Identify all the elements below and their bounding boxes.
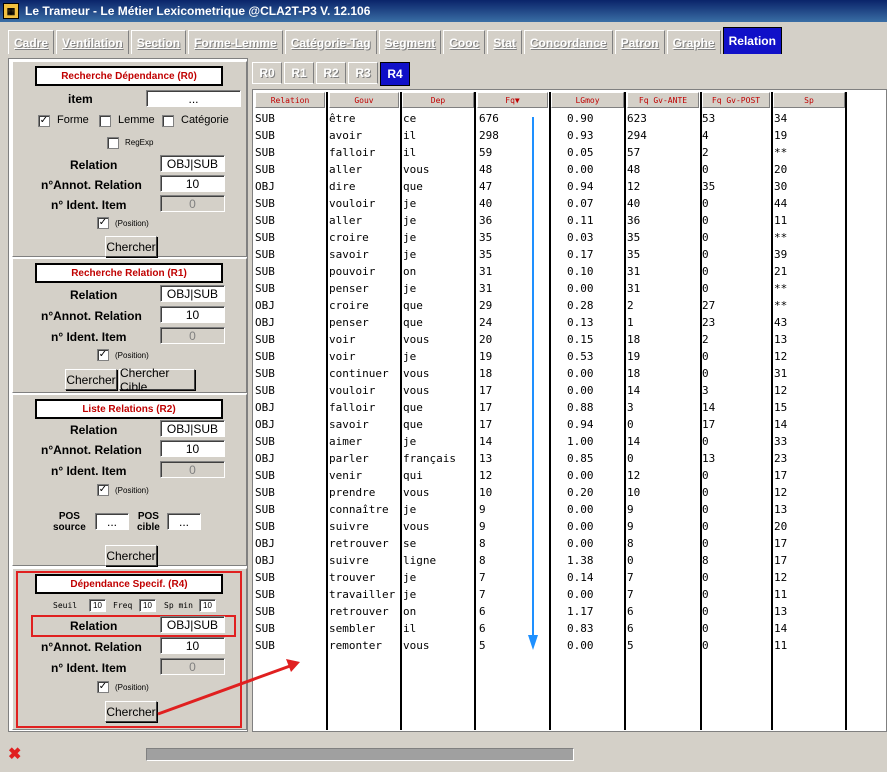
close-icon[interactable]: ✖	[8, 744, 21, 764]
progress-bar	[146, 748, 574, 761]
blue-arrow-head	[528, 635, 538, 650]
status-bar: ✖	[0, 740, 887, 772]
red-arrow-line	[157, 664, 291, 716]
annotation-overlay	[157, 117, 538, 716]
